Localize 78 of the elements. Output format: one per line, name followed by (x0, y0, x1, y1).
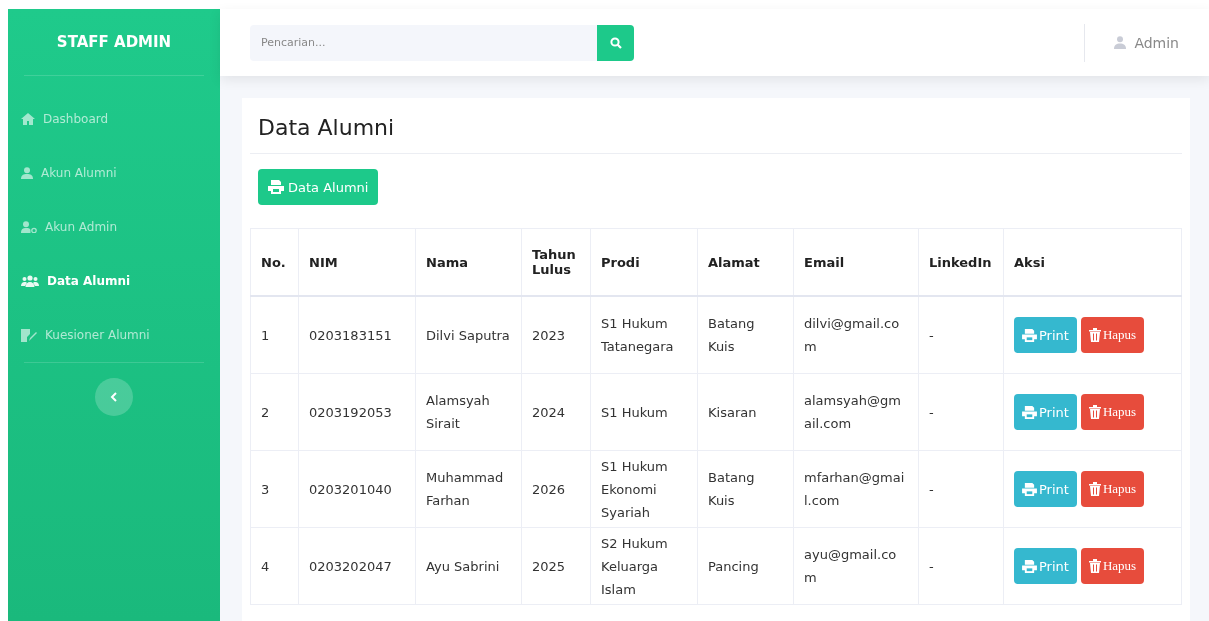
print-button[interactable]: Print (1014, 317, 1077, 353)
table-cell: 4 (250, 527, 299, 605)
printer-icon (1022, 482, 1037, 496)
printer-icon (1022, 559, 1037, 573)
table-cell: 2026 (521, 450, 591, 528)
table-cell: S1 Hukum Ekonomi Syariah (590, 450, 698, 528)
user-icon (1114, 36, 1127, 49)
table-cell: 0203202047 (298, 527, 416, 605)
collapse-button[interactable] (95, 378, 133, 416)
search-field[interactable]: Pencarian... (250, 24, 597, 61)
sidebar-item[interactable]: Dashboard (8, 92, 220, 146)
column-header: Prodi (590, 228, 698, 296)
trash-icon (1088, 328, 1101, 342)
column-header: Nama (415, 228, 522, 296)
user-gear-icon (21, 221, 37, 233)
table-cell: Dilvi Saputra (415, 296, 522, 374)
sidebar-item[interactable]: Data Alumni (8, 254, 220, 308)
table-cell: 0203201040 (298, 450, 416, 528)
print-button[interactable]: Print (1014, 471, 1077, 507)
edit-icon (21, 328, 37, 342)
table-cell: - (918, 527, 1004, 605)
printer-icon (268, 180, 284, 194)
column-header: Tahun Lulus (521, 228, 591, 296)
table-cell: 2025 (521, 527, 591, 605)
delete-button[interactable]: Hapus (1080, 394, 1145, 430)
table-cell: Muhammad Farhan (415, 450, 522, 528)
table-cell: Pancing (697, 527, 794, 605)
user-name[interactable]: Admin (1134, 34, 1179, 51)
trash-icon (1088, 559, 1101, 573)
page-title: Data Alumni (250, 98, 1182, 154)
table-cell: Alamsyah Sirait (415, 373, 522, 451)
table-cell: - (918, 373, 1004, 451)
table-cell: Kisaran (697, 373, 794, 451)
table-cell: Batang Kuis (697, 296, 794, 374)
column-header: Alamat (697, 228, 794, 296)
chevron-left-icon (110, 392, 118, 402)
column-header: NIM (298, 228, 416, 296)
table-cell: dilvi@gmail.com (793, 296, 919, 374)
table-cell: S1 Hukum Tatanegara (590, 296, 698, 374)
table-cell: S1 Hukum (590, 373, 698, 451)
table-cell: ayu@gmail.com (793, 527, 919, 605)
export-button[interactable]: Data Alumni (258, 169, 379, 205)
table-cell: 2024 (521, 373, 591, 451)
table-cell: - (918, 450, 1004, 528)
table-cell: - (918, 296, 1004, 374)
search-button[interactable] (597, 24, 634, 61)
sidebar-item[interactable]: Kuesioner Alumni (8, 308, 220, 362)
print-button[interactable]: Print (1014, 548, 1077, 584)
user-icon (21, 167, 33, 179)
column-header: Aksi (1003, 228, 1182, 296)
print-button[interactable]: Print (1014, 394, 1077, 430)
printer-icon (1022, 405, 1037, 419)
delete-button[interactable]: Hapus (1080, 471, 1145, 507)
table-cell: 3 (250, 450, 299, 528)
table-cell: 0203183151 (298, 296, 416, 374)
printer-icon (1022, 328, 1037, 342)
table-cell: S2 Hukum Keluarga Islam (590, 527, 698, 605)
table-cell: 2 (250, 373, 299, 451)
column-header: Email (793, 228, 919, 296)
table-cell: 2023 (521, 296, 591, 374)
sidebar-item[interactable]: Akun Alumni (8, 146, 220, 200)
sidebar-item[interactable]: Akun Admin (8, 200, 220, 254)
table-cell: 0203192053 (298, 373, 416, 451)
trash-icon (1088, 482, 1101, 496)
table-cell: mfarhan@gmail.com (793, 450, 919, 528)
delete-button[interactable]: Hapus (1080, 317, 1145, 353)
search-icon (609, 36, 622, 49)
users-icon (21, 275, 39, 287)
table-cell: 1 (250, 296, 299, 374)
table-cell: Batang Kuis (697, 450, 794, 528)
table-cell: alamsyah@gmail.com (793, 373, 919, 451)
column-header: LinkedIn (918, 228, 1004, 296)
delete-button[interactable]: Hapus (1080, 548, 1145, 584)
home-icon (21, 113, 35, 125)
sidebar-brand: STAFF ADMIN (24, 9, 204, 76)
column-header: No. (250, 228, 299, 296)
table-cell: Ayu Sabrini (415, 527, 522, 605)
trash-icon (1088, 405, 1101, 419)
